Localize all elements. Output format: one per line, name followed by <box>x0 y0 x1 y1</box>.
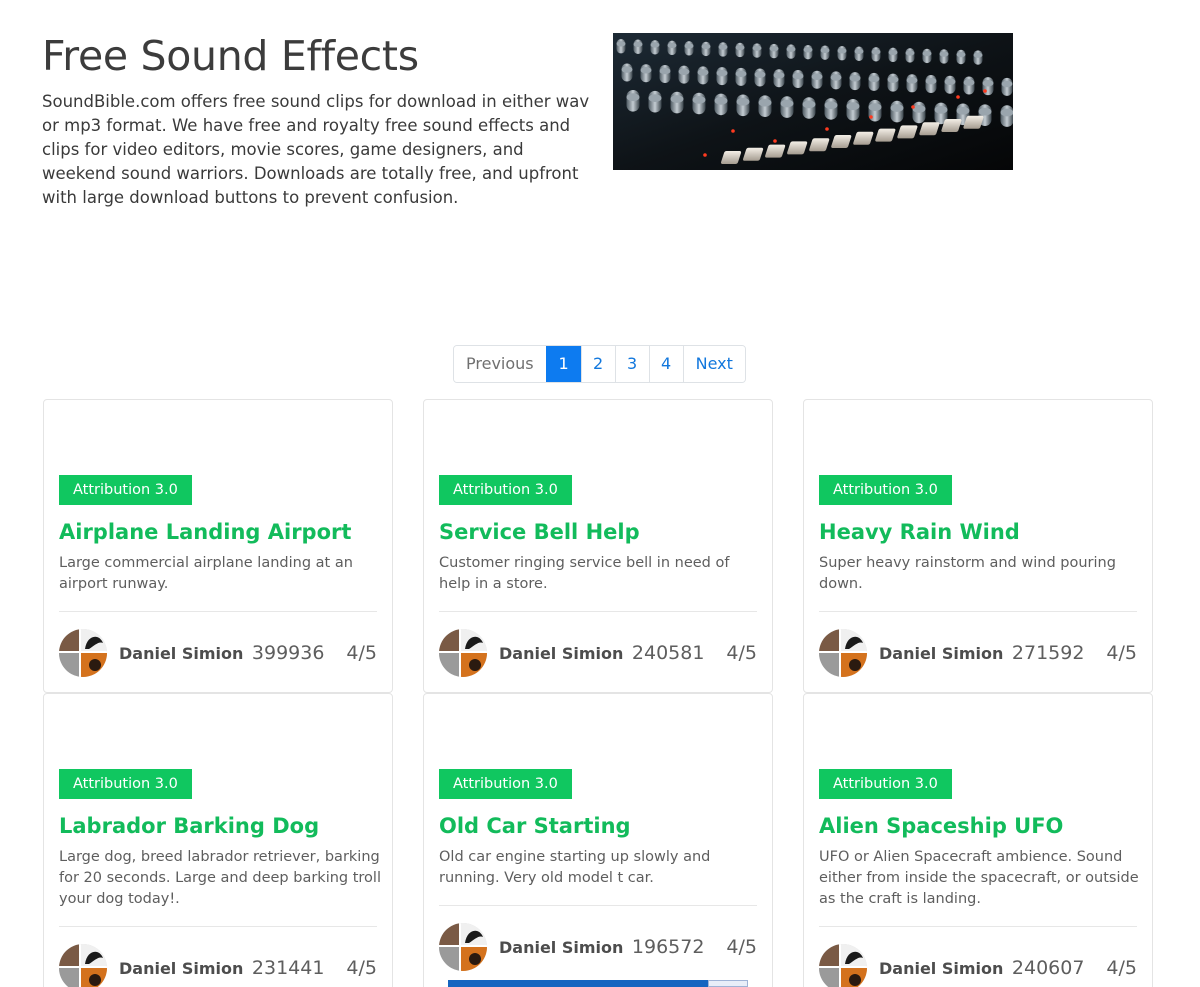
author-avatar[interactable] <box>59 944 107 987</box>
sound-description: Super heavy rainstorm and wind pouring d… <box>819 555 1116 592</box>
author-name[interactable]: Daniel Simion <box>119 959 252 978</box>
author-avatar[interactable] <box>59 629 107 677</box>
page-3-button[interactable]: 3 <box>614 346 649 382</box>
author-name[interactable]: Daniel Simion <box>499 938 632 957</box>
card-divider <box>439 611 757 612</box>
sound-description: Customer ringing service bell in need of… <box>439 555 730 592</box>
license-badge[interactable]: Attribution 3.0 <box>59 769 192 799</box>
card-divider <box>439 905 757 906</box>
download-count: 196572 <box>631 936 705 958</box>
sound-title-link[interactable]: Heavy Rain Wind <box>819 520 1020 544</box>
license-badge[interactable]: Attribution 3.0 <box>59 475 192 505</box>
advertisement-banner[interactable] <box>448 980 748 987</box>
sound-title-link[interactable]: Airplane Landing Airport <box>59 520 351 544</box>
sound-card: Attribution 3.0 Old Car Starting Old car… <box>423 693 773 987</box>
author-avatar[interactable] <box>819 629 867 677</box>
page-title: Free Sound Effects <box>42 32 419 80</box>
sound-title-link[interactable]: Old Car Starting <box>439 814 631 838</box>
page-2-button[interactable]: 2 <box>580 346 615 382</box>
download-count: 231441 <box>251 957 325 979</box>
sound-description: Large commercial airplane landing at an … <box>59 555 353 592</box>
license-badge[interactable]: Attribution 3.0 <box>439 769 572 799</box>
card-divider <box>59 611 377 612</box>
card-footer: Daniel Simion 271592 4/5 <box>819 628 1137 678</box>
card-divider <box>819 926 1137 927</box>
sound-card: Attribution 3.0 Heavy Rain Wind Super he… <box>803 399 1153 693</box>
sound-title-link[interactable]: Alien Spaceship UFO <box>819 814 1063 838</box>
mixing-console-image <box>613 33 1013 170</box>
download-count: 399936 <box>251 642 325 664</box>
card-footer: Daniel Simion 196572 4/5 <box>439 922 757 972</box>
card-footer: Daniel Simion 240581 4/5 <box>439 628 757 678</box>
sound-title-link[interactable]: Labrador Barking Dog <box>59 814 319 838</box>
sound-description: Large dog, breed labrador retriever, bar… <box>59 849 381 907</box>
download-count: 271592 <box>1011 642 1085 664</box>
card-footer: Daniel Simion 240607 4/5 <box>819 943 1137 987</box>
download-count: 240581 <box>631 642 705 664</box>
card-divider <box>819 611 1137 612</box>
author-name[interactable]: Daniel Simion <box>879 959 1012 978</box>
ad-close-icon[interactable] <box>708 980 748 987</box>
sound-card: Attribution 3.0 Alien Spaceship UFO UFO … <box>803 693 1153 987</box>
rating: 4/5 <box>1106 642 1137 664</box>
sound-description: Old car engine starting up slowly and ru… <box>439 849 711 886</box>
license-badge[interactable]: Attribution 3.0 <box>819 769 952 799</box>
sound-card: Attribution 3.0 Service Bell Help Custom… <box>423 399 773 693</box>
card-footer: Daniel Simion 399936 4/5 <box>59 628 377 678</box>
card-footer: Daniel Simion 231441 4/5 <box>59 943 377 987</box>
author-name[interactable]: Daniel Simion <box>119 644 252 663</box>
rating: 4/5 <box>726 642 757 664</box>
sound-description: UFO or Alien Spacecraft ambience. Sound … <box>819 849 1139 907</box>
sound-card: Attribution 3.0 Airplane Landing Airport… <box>43 399 393 693</box>
author-avatar[interactable] <box>439 629 487 677</box>
download-count: 240607 <box>1011 957 1085 979</box>
license-badge[interactable]: Attribution 3.0 <box>439 475 572 505</box>
rating: 4/5 <box>1106 957 1137 979</box>
author-avatar[interactable] <box>819 944 867 987</box>
rating: 4/5 <box>346 957 377 979</box>
author-avatar[interactable] <box>439 923 487 971</box>
next-page-button[interactable]: Next <box>682 346 745 382</box>
sound-card: Attribution 3.0 Labrador Barking Dog Lar… <box>43 693 393 987</box>
intro-paragraph: SoundBible.com offers free sound clips f… <box>42 92 590 207</box>
page-4-button[interactable]: 4 <box>648 346 683 382</box>
card-divider <box>59 926 377 927</box>
license-badge[interactable]: Attribution 3.0 <box>819 475 952 505</box>
previous-page-button[interactable]: Previous <box>454 346 546 382</box>
page-1-button[interactable]: 1 <box>545 346 581 382</box>
pagination: Previous 1 2 3 4 Next <box>453 345 746 383</box>
rating: 4/5 <box>346 642 377 664</box>
author-name[interactable]: Daniel Simion <box>499 644 632 663</box>
author-name[interactable]: Daniel Simion <box>879 644 1012 663</box>
sound-title-link[interactable]: Service Bell Help <box>439 520 640 544</box>
rating: 4/5 <box>726 936 757 958</box>
